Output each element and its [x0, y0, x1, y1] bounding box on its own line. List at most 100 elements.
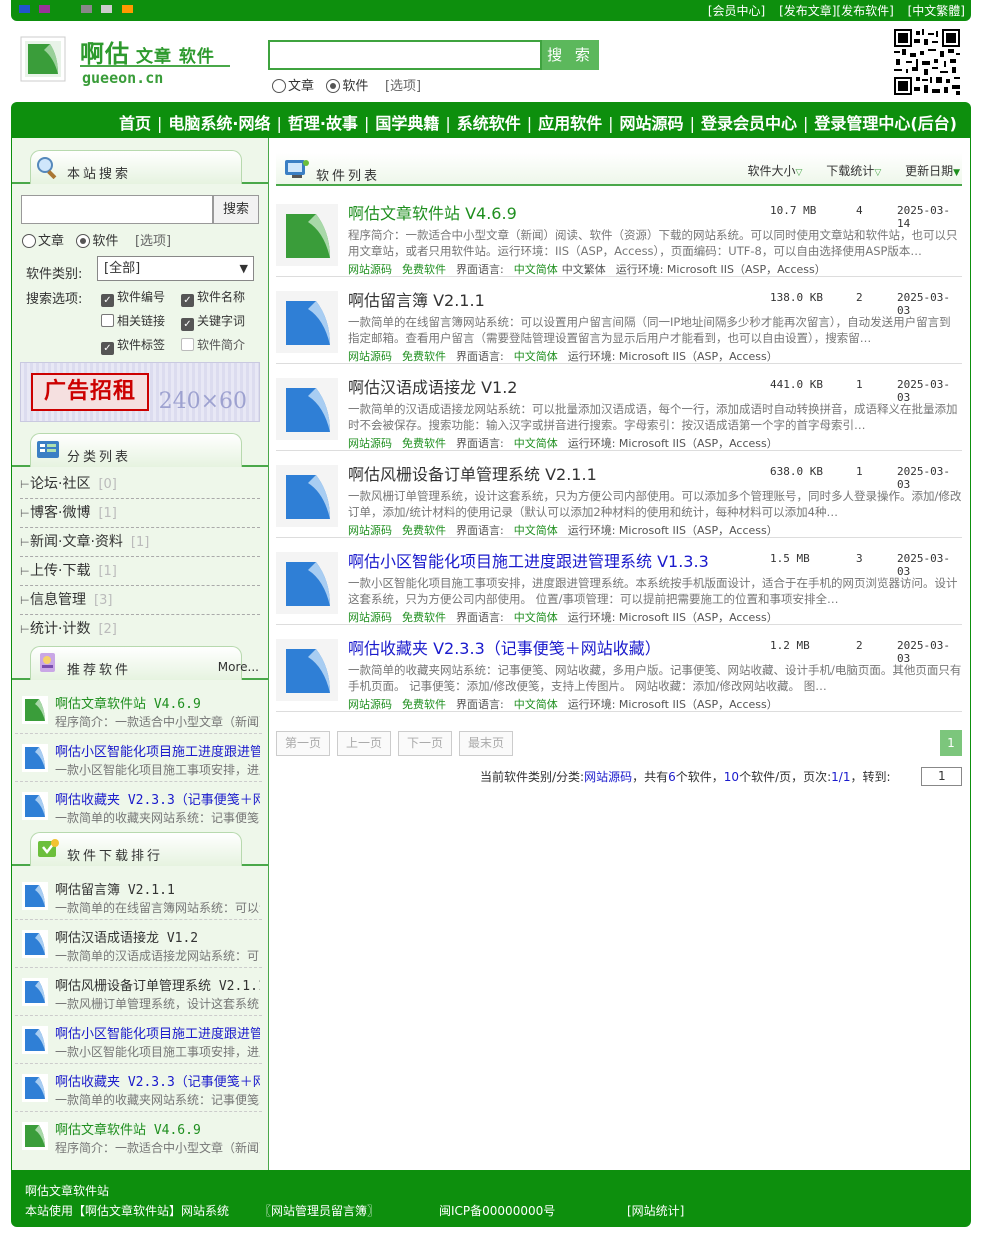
pager-category-link[interactable]: 网站源码 — [584, 770, 632, 784]
nav-home[interactable]: 首页 — [119, 114, 151, 133]
recommended-title[interactable]: 啊估小区智能化项目施工进度跟进管理系统 — [55, 741, 260, 760]
ranking-item[interactable]: 啊估收藏夹 V2.3.3（记事便笺＋网站收藏） 一款简单的收藏夹网站系统：记事便… — [15, 1064, 262, 1112]
software-thumbnail-icon[interactable] — [276, 465, 338, 527]
sidebar-radio-article[interactable] — [22, 234, 36, 248]
category-item[interactable]: ⊢上传·下载 [1] — [20, 557, 260, 586]
member-center-link[interactable]: [会员中心] — [708, 4, 765, 18]
sort-by-size[interactable]: 软件大小▽ — [738, 164, 803, 178]
first-page-button[interactable]: 第一页 — [276, 731, 330, 756]
header-options-link[interactable]: [选项] — [385, 79, 421, 94]
sort-by-downloads[interactable]: 下载统计▽ — [816, 164, 881, 178]
footer-powered-by[interactable]: 本站使用【啊估文章软件站】网站系统 — [25, 1202, 229, 1219]
recommended-title[interactable]: 啊估文章软件站 V4.6.9 — [55, 693, 260, 712]
software-desc: 一款简单的在线留言簿网站系统：可以设置用户留言间隔（同一IP地址间隔多少秒才能再… — [348, 315, 951, 345]
nav-system-software[interactable]: 系统软件 — [457, 114, 521, 133]
software-title[interactable]: 啊估收藏夹 V2.3.3（记事便笺＋网站收藏） — [348, 635, 661, 659]
sort-by-date[interactable]: 更新日期▼ — [895, 164, 960, 178]
traditional-chinese-link[interactable]: [中文繁體] — [908, 4, 965, 18]
category-item[interactable]: ⊢论坛·社区 [0] — [20, 470, 260, 499]
ranking-title[interactable]: 啊估文章软件站 V4.6.9 — [55, 1119, 260, 1138]
goto-page-input[interactable]: 1 — [921, 767, 962, 786]
nav-member-login[interactable]: 登录会员中心 — [701, 114, 797, 133]
prev-page-button[interactable]: 上一页 — [337, 731, 391, 756]
header-search-options: 文章 软件 [选项] — [272, 75, 421, 94]
ranking-item[interactable]: 啊估风栅设备订单管理系统 V2.1.1 一款风栅订单管理系统，设计这套系统，只为 — [15, 968, 262, 1016]
recommended-title[interactable]: 啊估收藏夹 V2.3.3（记事便笺＋网站收藏） — [55, 789, 260, 808]
recommend-more-link[interactable]: More... — [218, 660, 259, 674]
sidebar-options-link[interactable]: [选项] — [135, 234, 171, 249]
sidebar-ranking-title: 软件下载排行 — [67, 849, 164, 864]
software-thumbnail-icon[interactable] — [276, 639, 338, 701]
category-item[interactable]: ⊢新闻·文章·资料 [1] — [20, 528, 260, 557]
radio-software[interactable] — [326, 79, 341, 93]
ranking-title[interactable]: 啊估收藏夹 V2.3.3（记事便笺＋网站收藏） — [55, 1071, 260, 1090]
recommended-item[interactable]: 啊估小区智能化项目施工进度跟进管理系统 一款小区智能化项目施工事项安排，进度跟进 — [15, 734, 262, 782]
software-category-link[interactable]: 网站源码 — [348, 437, 392, 450]
software-thumbnail-icon[interactable] — [276, 291, 338, 353]
publish-links[interactable]: [发布文章][发布软件] — [779, 4, 894, 18]
software-category-link[interactable]: 网站源码 — [348, 698, 392, 711]
category-select[interactable]: [全部] ▼ — [97, 256, 254, 281]
nav-application-software[interactable]: 应用软件 — [538, 114, 602, 133]
theme-swatch-orange[interactable] — [122, 5, 133, 13]
software-title[interactable]: 啊估小区智能化项目施工进度跟进管理系统 V1.3.3 — [348, 548, 709, 572]
nav-computer-network[interactable]: 电脑系统·网络 — [168, 114, 270, 133]
sidebar-radio-software[interactable] — [76, 234, 91, 248]
software-thumbnail-icon — [22, 1026, 48, 1054]
ranking-title[interactable]: 啊估汉语成语接龙 V1.2 — [55, 927, 260, 946]
checkbox-disabled-icon — [181, 338, 194, 351]
last-page-button[interactable]: 最末页 — [459, 731, 513, 756]
check-keywords[interactable]: ✓ 关键字词 — [181, 312, 245, 331]
header-search-button[interactable]: 搜 索 — [542, 40, 599, 70]
software-category-link[interactable]: 网站源码 — [348, 524, 392, 537]
theme-swatch-purple[interactable] — [39, 5, 50, 13]
check-software-id[interactable]: ✓ 软件编号 — [101, 288, 165, 307]
category-item[interactable]: ⊢统计·计数 [2] — [20, 615, 260, 644]
ranking-title[interactable]: 啊估风栅设备订单管理系统 V2.1.1 — [55, 975, 260, 994]
theme-swatch-gray[interactable] — [81, 5, 92, 13]
footer-icp-link[interactable]: 闽ICP备00000000号 — [439, 1202, 555, 1219]
software-category-link[interactable]: 网站源码 — [348, 611, 392, 624]
sidebar-search-input[interactable] — [21, 195, 213, 224]
software-title[interactable]: 啊估文章软件站 V4.6.9 — [348, 200, 517, 224]
software-title[interactable]: 啊估留言簿 V2.1.1 — [348, 287, 485, 311]
software-category-link[interactable]: 网站源码 — [348, 350, 392, 363]
ranking-item[interactable]: 啊估留言簿 V2.1.1 一款简单的在线留言簿网站系统：可以设置 — [15, 872, 262, 920]
footer-guestbook-link[interactable]: 〖网站管理员留言簿〗 — [259, 1202, 379, 1219]
software-thumbnail-icon[interactable] — [276, 552, 338, 614]
sidebar-search-button[interactable]: 搜索 — [213, 195, 259, 224]
nav-classics[interactable]: 国学典籍 — [375, 114, 439, 133]
main-nav: 首页 | 电脑系统·网络 | 哲理·故事 | 国学典籍 | 系统软件 | 应用软件 | 网站源码 | 登录会… — [11, 102, 971, 138]
check-software-intro[interactable]: 软件简介 — [181, 336, 245, 353]
theme-swatch-silver[interactable] — [101, 5, 112, 13]
software-thumbnail-icon[interactable] — [276, 204, 338, 266]
software-title[interactable]: 啊估风栅设备订单管理系统 V2.1.1 — [348, 461, 597, 485]
site-logo-icon[interactable] — [20, 36, 66, 82]
ad-banner[interactable]: 广告招租 240×60 — [20, 362, 260, 422]
next-page-button[interactable]: 下一页 — [398, 731, 452, 756]
nav-admin-login[interactable]: 登录管理中心(后台) — [814, 114, 957, 133]
footer-stats-link[interactable]: [网站统计] — [627, 1202, 684, 1219]
logo-title[interactable]: 啊估 文章 软件 — [80, 34, 215, 69]
software-list-header: 软件列表 软件大小▽ 下载统计▽ 更新日期▼ — [276, 153, 962, 186]
ranking-item[interactable]: 啊估汉语成语接龙 V1.2 一款简单的汉语成语接龙网站系统：可以批量 — [15, 920, 262, 968]
software-category-link[interactable]: 网站源码 — [348, 263, 392, 276]
recommended-item[interactable]: 啊估文章软件站 V4.6.9 程序简介：一款适合中小型文章（新闻）阅读 — [15, 686, 262, 734]
check-related-links[interactable]: 相关链接 — [101, 312, 165, 329]
ranking-title[interactable]: 啊估留言簿 V2.1.1 — [55, 879, 260, 898]
category-item[interactable]: ⊢博客·微博 [1] — [20, 499, 260, 528]
nav-philosophy-stories[interactable]: 哲理·故事 — [288, 114, 358, 133]
software-title[interactable]: 啊估汉语成语接龙 V1.2 — [348, 374, 517, 398]
recommended-item[interactable]: 啊估收藏夹 V2.3.3（记事便笺＋网站收藏） 一款简单的收藏夹网站系统：记事便… — [15, 782, 262, 830]
nav-website-source[interactable]: 网站源码 — [620, 114, 684, 133]
header-search-input[interactable] — [268, 40, 542, 70]
radio-article[interactable] — [272, 79, 286, 93]
software-thumbnail-icon[interactable] — [276, 378, 338, 440]
check-software-tags[interactable]: ✓ 软件标签 — [101, 336, 165, 355]
check-software-name[interactable]: ✓ 软件名称 — [181, 288, 245, 307]
ranking-item[interactable]: 啊估文章软件站 V4.6.9 程序简介：一款适合中小型文章（新闻）阅读 — [15, 1112, 262, 1160]
ranking-title[interactable]: 啊估小区智能化项目施工进度跟进管理系统 — [55, 1023, 260, 1042]
category-item[interactable]: ⊢信息管理 [3] — [20, 586, 260, 615]
theme-swatch-blue[interactable] — [19, 5, 30, 13]
ranking-item[interactable]: 啊估小区智能化项目施工进度跟进管理系统 一款小区智能化项目施工事项安排，进度跟进 — [15, 1016, 262, 1064]
